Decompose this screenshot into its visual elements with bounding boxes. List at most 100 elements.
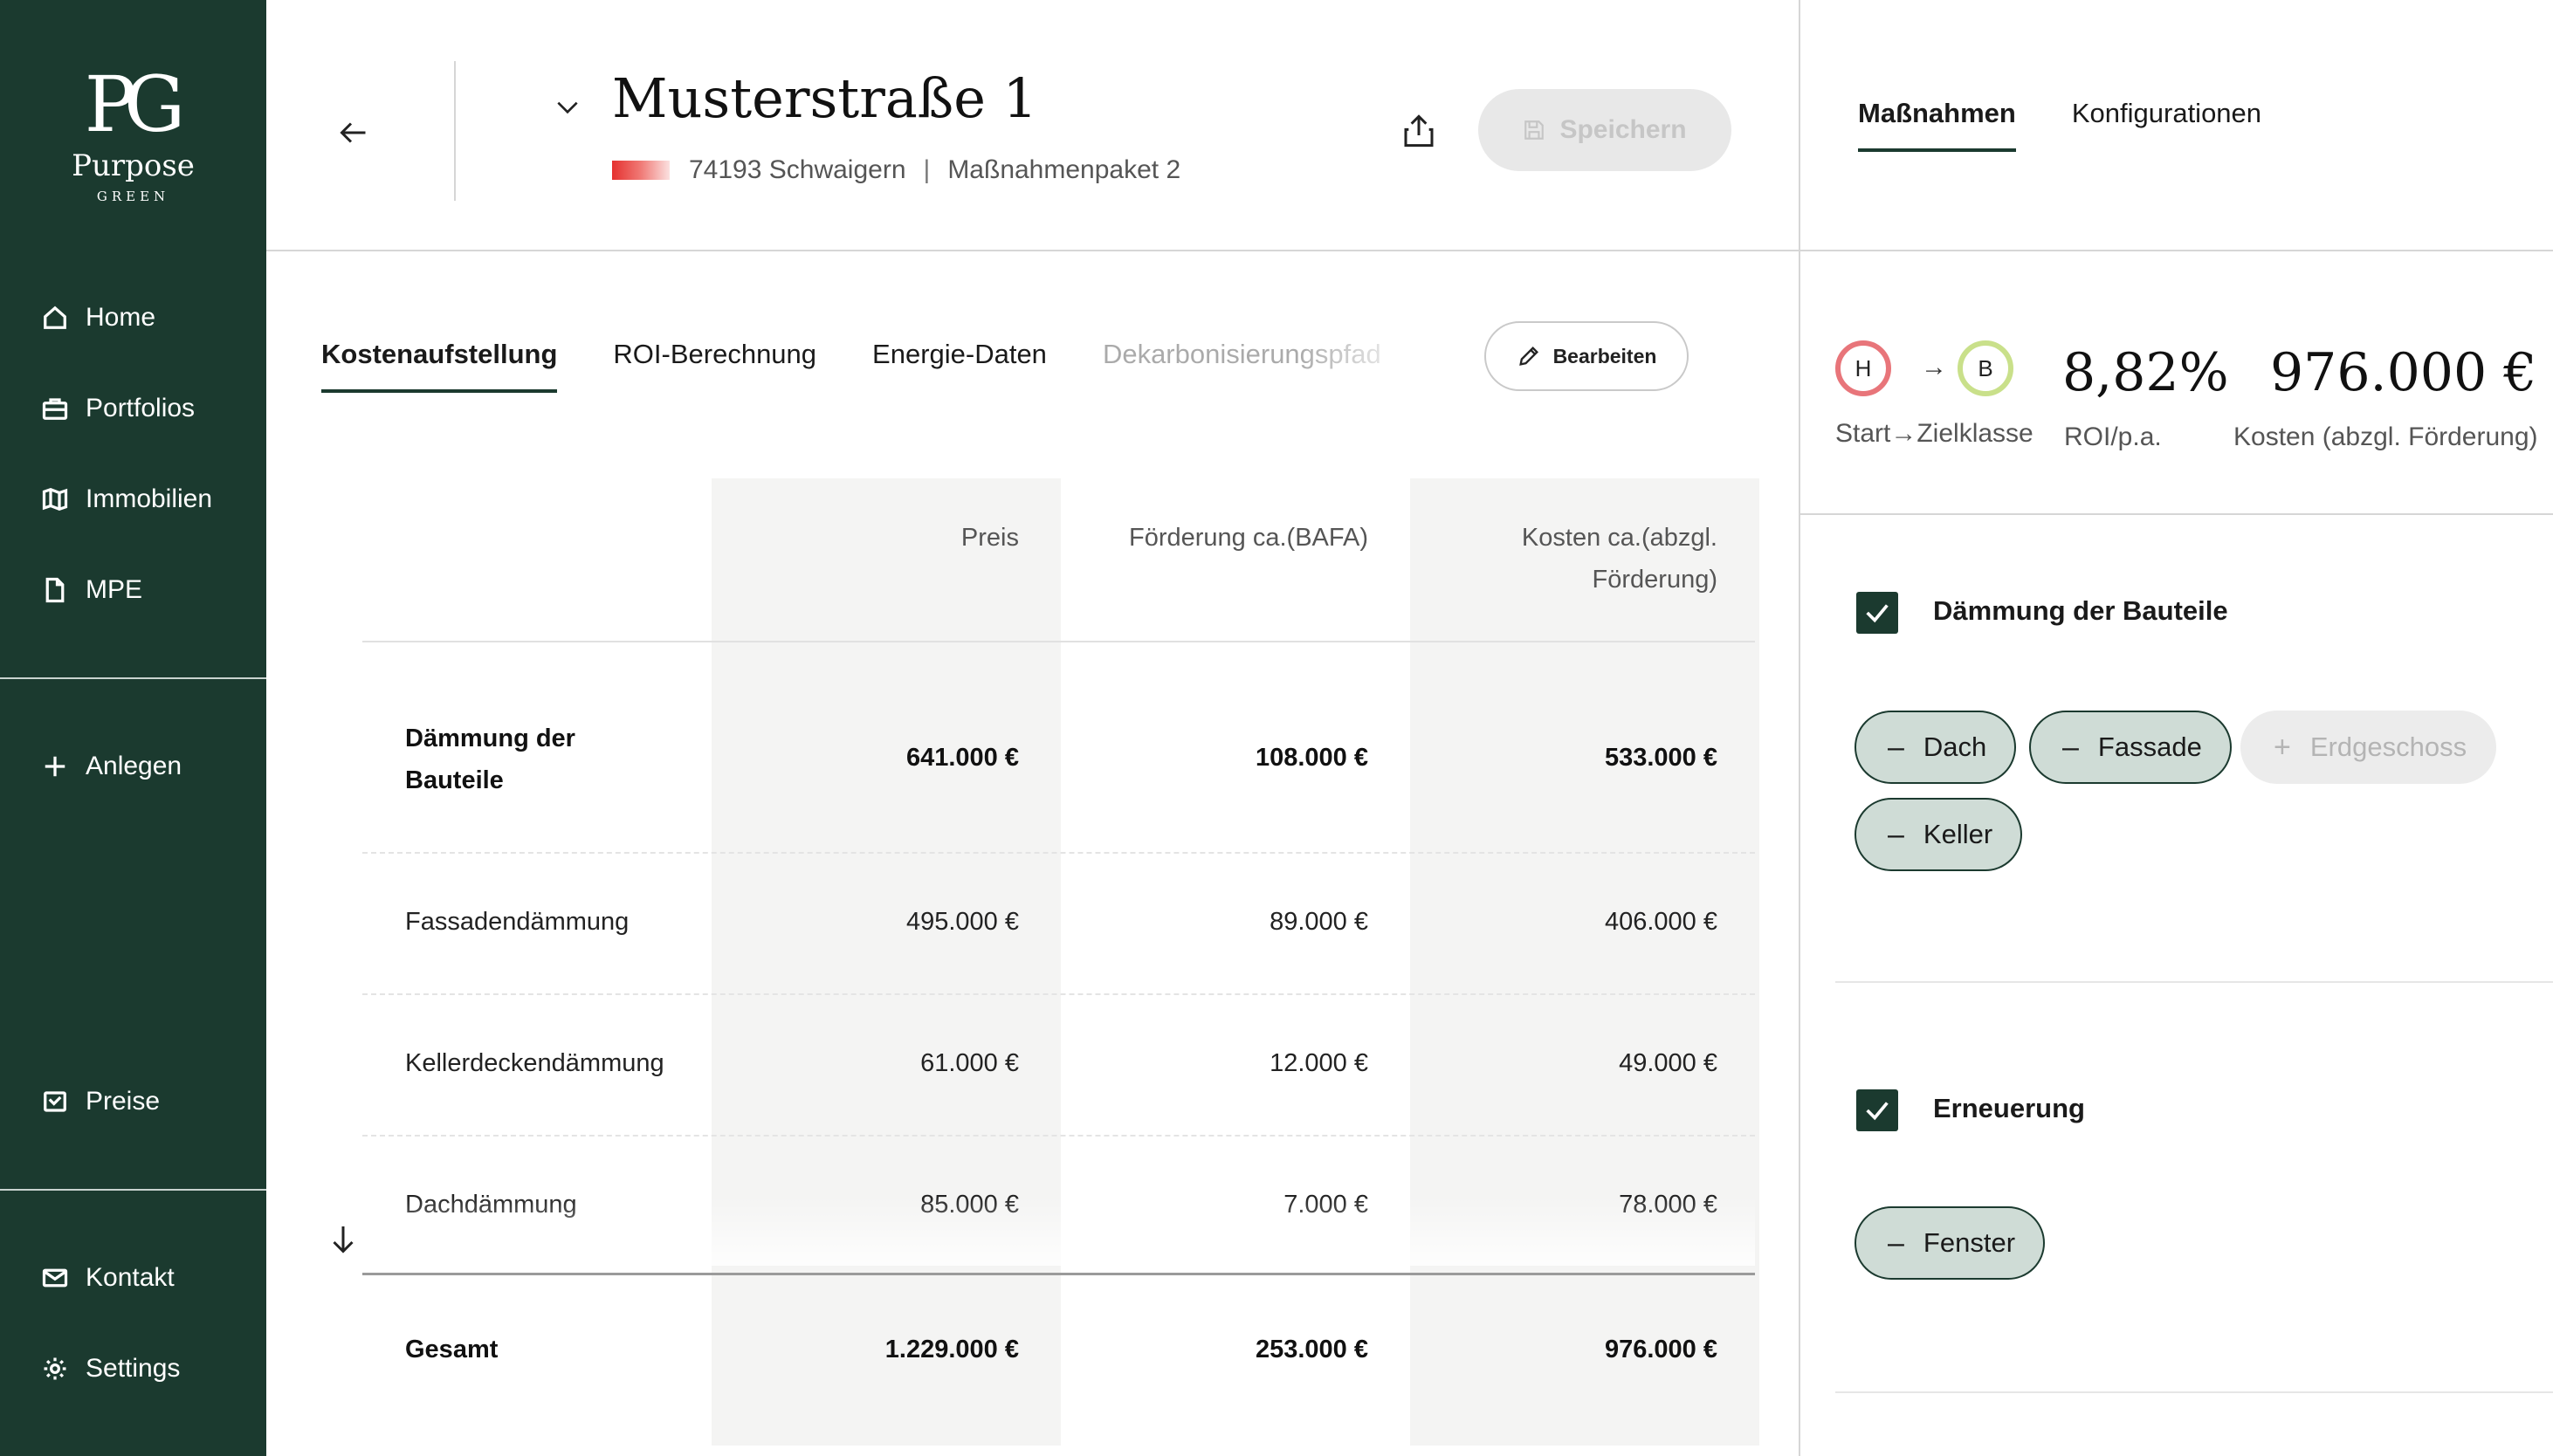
chip-fenster[interactable]: – Fenster <box>1855 1206 2046 1280</box>
chevron-down-icon <box>557 101 578 114</box>
property-switcher-button[interactable] <box>546 86 589 129</box>
column-header-preis: Preis <box>960 524 1019 552</box>
class-label: Start→Zielklasse <box>1835 419 2033 448</box>
nav-label: MPE <box>86 575 143 604</box>
nav-label: Preise <box>86 1087 161 1116</box>
sidebar-divider <box>0 1189 266 1191</box>
map-icon <box>42 488 68 511</box>
table-row-name: Fassadendämmung <box>405 908 630 936</box>
share-button[interactable] <box>1393 105 1445 157</box>
header-divider <box>454 61 456 201</box>
plus-icon: + <box>2274 731 2291 764</box>
total-kosten: 976.000 € <box>1604 1336 1717 1363</box>
content-tabs: Kostenaufstellung ROI-Berechnung Energie… <box>321 339 1381 393</box>
save-label: Speichern <box>1559 115 1687 144</box>
share-icon <box>1404 114 1434 148</box>
nav-item-kontakt[interactable]: Kontakt <box>42 1252 175 1304</box>
pencil-icon <box>1518 347 1538 366</box>
mail-icon <box>42 1268 68 1288</box>
property-subline: 74193 Schwaigern | Maßnahmenpaket 2 <box>612 155 1180 185</box>
table-row-kosten: 406.000 € <box>1604 908 1717 936</box>
column-header-kosten-line1: Kosten ca.(abzgl. <box>1521 524 1717 552</box>
tab-energie-daten[interactable]: Energie-Daten <box>872 339 1047 393</box>
section-checkbox-daemmung[interactable] <box>1856 592 1898 634</box>
nav-label: Home <box>86 303 156 332</box>
nav-label: Immobilien <box>86 484 213 513</box>
table-divider <box>362 1135 1755 1137</box>
gear-icon <box>44 1357 66 1380</box>
nav-item-anlegen[interactable]: Anlegen <box>42 740 182 793</box>
chip-label: Dach <box>1923 731 1987 762</box>
total-divider <box>362 1273 1755 1275</box>
nav-item-immobilien[interactable]: Immobilien <box>42 473 212 525</box>
nav-item-portfolios[interactable]: Portfolios <box>42 382 195 435</box>
edit-button[interactable]: Bearbeiten <box>1484 321 1689 391</box>
right-panel-divider <box>1800 513 2553 515</box>
section-title-erneuerung: Erneuerung <box>1933 1093 2085 1123</box>
group-row-name: Dämmung der Bauteile <box>405 718 575 801</box>
chip-label: Keller <box>1923 819 1993 849</box>
minus-icon: – <box>1888 731 1904 764</box>
checkmark-icon <box>1866 604 1889 623</box>
start-class-badge: H <box>1835 340 1891 396</box>
nav-item-home[interactable]: Home <box>42 292 155 344</box>
subline-separator: | <box>923 155 931 184</box>
table-row-name: Kellerdeckendämmung <box>405 1049 664 1077</box>
logo-subtitle: GREEN <box>96 189 170 204</box>
chip-erdgeschoss[interactable]: + Erdgeschoss <box>2240 711 2497 784</box>
page-title: Musterstraße 1 <box>612 66 1038 130</box>
chip-dach[interactable]: – Dach <box>1855 711 2017 784</box>
logo-name: Purpose <box>72 148 195 183</box>
arrow-down-icon <box>333 1226 354 1253</box>
table-divider <box>362 641 1755 642</box>
group-preis: 641.000 € <box>905 744 1019 772</box>
total-row-name: Gesamt <box>405 1336 499 1363</box>
target-class-badge: B <box>1958 340 2013 396</box>
section-divider <box>1835 981 2553 983</box>
nav-item-preise[interactable]: Preise <box>42 1075 160 1128</box>
table-divider <box>362 852 1755 854</box>
tab-dekarbonisierungspfad[interactable]: Dekarbonisierungspfad <box>1103 339 1381 393</box>
nav-label: Anlegen <box>86 752 182 780</box>
right-panel-divider <box>1800 250 2553 251</box>
energy-class-bar <box>612 161 670 180</box>
property-location: 74193 Schwaigern <box>689 155 906 184</box>
back-button[interactable] <box>327 106 380 159</box>
roi-value: 8,82% <box>2062 342 2229 403</box>
save-icon <box>1524 120 1545 140</box>
chip-keller[interactable]: – Keller <box>1855 798 2023 871</box>
section-checkbox-erneuerung[interactable] <box>1856 1089 1898 1131</box>
chip-label: Erdgeschoss <box>2309 731 2467 762</box>
arrow-left-icon <box>340 122 366 143</box>
section-title-daemmung: Dämmung der Bauteile <box>1933 595 2228 626</box>
right-panel-tabs: Maßnahmen Konfigurationen <box>1858 98 2261 152</box>
edit-label: Bearbeiten <box>1552 344 1657 367</box>
column-header-kosten-line2: Förderung) <box>1592 566 1717 594</box>
tab-konfigurationen[interactable]: Konfigurationen <box>2072 98 2261 152</box>
nav-item-settings[interactable]: Settings <box>42 1343 180 1395</box>
sidebar: PG Purpose GREEN Home Portfolios Immobil… <box>0 0 266 1456</box>
tab-roi-berechnung[interactable]: ROI-Berechnung <box>613 339 816 393</box>
briefcase-icon <box>42 398 68 420</box>
page-header: Musterstraße 1 74193 Schwaigern | Maßnah… <box>266 0 1799 251</box>
table-divider <box>362 993 1755 995</box>
roi-label: ROI/p.a. <box>2064 422 2162 451</box>
scroll-fade <box>362 1196 1755 1266</box>
column-shade-kosten <box>1410 478 1759 1446</box>
group-foerderung: 108.000 € <box>1255 744 1368 772</box>
arrow-right-icon: → <box>1921 353 1947 381</box>
minus-icon: – <box>1888 1226 1904 1260</box>
tab-kostenaufstellung[interactable]: Kostenaufstellung <box>321 339 558 393</box>
logo[interactable]: PG Purpose GREEN <box>0 59 266 205</box>
table-row-foerderung: 12.000 € <box>1270 1049 1368 1077</box>
scroll-down-button[interactable] <box>321 1213 365 1266</box>
table-row-preis: 495.000 € <box>905 908 1019 936</box>
tab-massnahmen[interactable]: Maßnahmen <box>1858 98 2016 152</box>
minus-icon: – <box>1888 818 1904 851</box>
logo-mark: PG <box>84 59 186 149</box>
save-button[interactable]: Speichern <box>1478 89 1731 171</box>
group-name-line2: Bauteile <box>405 766 504 794</box>
chip-fassade[interactable]: – Fassade <box>2029 711 2232 784</box>
group-kosten: 533.000 € <box>1604 744 1717 772</box>
nav-item-mpe[interactable]: MPE <box>42 564 142 616</box>
